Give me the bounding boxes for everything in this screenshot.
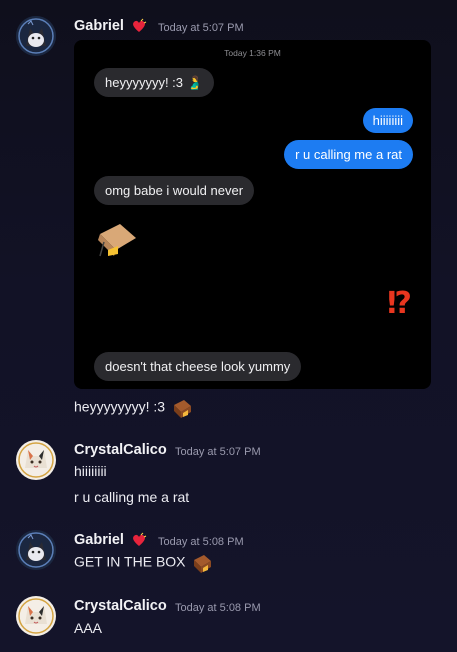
bubble-incoming: omg babe i would never [94, 176, 255, 205]
message-text: r u calling me a rat [74, 489, 190, 505]
crystalcalico-avatar-icon [16, 596, 56, 636]
timestamp: Today at 5:07 PM [175, 446, 261, 458]
timestamp: Today at 5:07 PM [158, 22, 244, 34]
message-text: AAA [74, 620, 103, 636]
gabriel-avatar-icon [16, 16, 56, 56]
bubble-incoming: heyyyyyyy! :3 🫃 [94, 68, 214, 97]
gabriel-avatar-icon [16, 530, 56, 570]
heart-badge-icon [133, 18, 147, 32]
box-trap-emoji-icon [98, 224, 136, 257]
message-group-gabriel-1: Gabriel Today at 5:07 PM Today 1:36 PM h… [0, 0, 457, 420]
timestamp: Today at 5:08 PM [158, 536, 244, 548]
interrobang-emoji: ⁉ [387, 286, 412, 321]
username[interactable]: Gabriel [74, 532, 124, 548]
crystalcalico-avatar-icon [16, 440, 56, 480]
username[interactable]: CrystalCalico [74, 598, 167, 614]
bubble-outgoing: r u calling me a rat [284, 140, 413, 169]
avatar[interactable] [16, 596, 56, 636]
username[interactable]: Gabriel [74, 18, 124, 34]
screenshot-attachment[interactable]: Today 1:36 PM heyyyyyyy! :3 🫃 hiiiiiiii … [74, 40, 431, 389]
box-emoji-icon [173, 400, 191, 418]
message-text: heyyyyyyyy! :3 [74, 397, 193, 419]
bubble-outgoing: hiiiiiiii [362, 108, 413, 133]
message-group-gabriel-2: Gabriel Today at 5:08 PM GET IN THE BOX [0, 520, 457, 580]
attachment-timestamp: Today 1:36 PM [224, 48, 281, 58]
bubble-incoming: doesn't that cheese look yummy [94, 352, 302, 381]
box-emoji-icon [194, 555, 212, 573]
message-group-crystalcalico-2: CrystalCalico Today at 5:08 PM AAA [0, 586, 457, 652]
message-text: hiiiiiiii [74, 463, 107, 479]
timestamp: Today at 5:08 PM [175, 602, 261, 614]
avatar[interactable] [16, 440, 56, 480]
heart-badge-icon [133, 532, 147, 546]
username[interactable]: CrystalCalico [74, 442, 167, 458]
avatar[interactable] [16, 530, 56, 570]
message-text: GET IN THE BOX [74, 552, 213, 574]
avatar[interactable] [16, 16, 56, 56]
message-group-crystalcalico-1: CrystalCalico Today at 5:07 PM hiiiiiiii… [0, 430, 457, 510]
